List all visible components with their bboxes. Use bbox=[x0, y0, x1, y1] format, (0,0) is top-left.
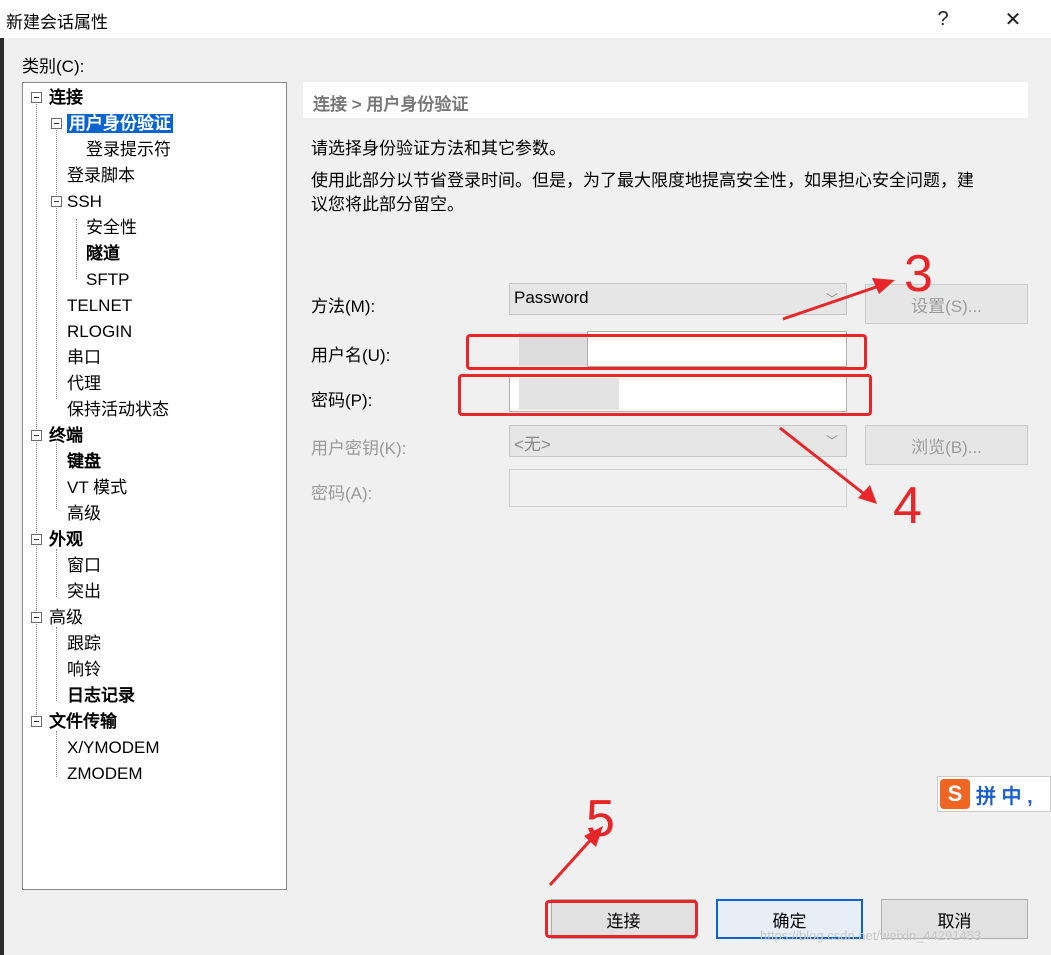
tree-item-security[interactable]: 安全性 bbox=[86, 216, 137, 240]
collapse-icon[interactable] bbox=[31, 612, 42, 623]
method-label: 方法(M): bbox=[311, 297, 376, 316]
annotation-step-3: 3 bbox=[904, 245, 933, 303]
description-line-1: 使用此部分以节省登录时间。但是，为了最大限度地提高安全性，如果担心安全问题，建 bbox=[311, 171, 974, 190]
help-button[interactable]: ? bbox=[918, 0, 968, 38]
category-label: 类别(C): bbox=[22, 57, 85, 76]
tree-item-keepalive[interactable]: 保持活动状态 bbox=[67, 398, 169, 422]
tree-item-login-prompts[interactable]: 登录提示符 bbox=[86, 138, 171, 162]
annotation-box-username bbox=[466, 334, 867, 370]
tree-item-login-script[interactable]: 登录脚本 bbox=[67, 164, 135, 188]
browse-button[interactable]: 浏览(B)... bbox=[865, 425, 1028, 465]
tree-item-file-transfer[interactable]: 文件传输 bbox=[31, 710, 117, 734]
tree-item-logging[interactable]: 日志记录 bbox=[67, 684, 135, 708]
window-title: 新建会话属性 bbox=[6, 13, 108, 32]
sogou-logo-icon: S bbox=[940, 779, 970, 809]
tree-item-user-auth[interactable]: 用户身份验证 bbox=[51, 112, 173, 136]
description-line-2: 议您将此部分留空。 bbox=[311, 195, 464, 214]
breadcrumb: 连接 > 用户身份验证 bbox=[303, 82, 1028, 118]
tree-item-terminal-advanced[interactable]: 高级 bbox=[67, 502, 101, 526]
tree-item-vt-mode[interactable]: VT 模式 bbox=[67, 476, 127, 500]
userkey-select[interactable]: <无> ﹀ bbox=[509, 425, 847, 457]
collapse-icon[interactable] bbox=[31, 92, 42, 103]
annotation-box-connect bbox=[545, 900, 698, 938]
collapse-icon[interactable] bbox=[31, 716, 42, 727]
tree-item-telnet[interactable]: TELNET bbox=[67, 294, 132, 318]
tree-item-trace[interactable]: 跟踪 bbox=[67, 632, 101, 656]
collapse-icon[interactable] bbox=[51, 118, 62, 129]
annotation-step-4: 4 bbox=[893, 477, 922, 535]
collapse-icon[interactable] bbox=[31, 534, 42, 545]
close-button[interactable]: ✕ bbox=[988, 0, 1038, 38]
method-select[interactable]: Password ﹀ bbox=[509, 283, 847, 315]
ime-toolbar[interactable]: S 拼 中 , bbox=[937, 776, 1051, 812]
chevron-down-icon: ﹀ bbox=[825, 292, 838, 306]
settings-button[interactable]: 设置(S)... bbox=[865, 284, 1028, 324]
tree-item-sftp[interactable]: SFTP bbox=[86, 268, 129, 292]
username-label: 用户名(U): bbox=[311, 346, 391, 365]
chevron-down-icon: ﹀ bbox=[825, 434, 838, 448]
title-bar: 新建会话属性 ? ✕ bbox=[0, 0, 1051, 38]
tree-item-terminal[interactable]: 终端 bbox=[31, 424, 83, 448]
breadcrumb-text: 连接 > 用户身份验证 bbox=[313, 95, 469, 114]
tree-item-xymodem[interactable]: X/YMODEM bbox=[67, 736, 160, 760]
tree-item-highlight[interactable]: 突出 bbox=[67, 580, 101, 604]
background-window-edge bbox=[0, 38, 4, 955]
password-label: 密码(P): bbox=[311, 391, 373, 410]
annotation-box-password bbox=[458, 374, 872, 416]
watermark: https://blog.csdn.net/weixin_44291453 bbox=[760, 928, 982, 943]
tree-item-zmodem[interactable]: ZMODEM bbox=[67, 762, 143, 786]
collapse-icon[interactable] bbox=[31, 430, 42, 441]
annotation-step-5: 5 bbox=[586, 790, 615, 848]
tree-item-ssh[interactable]: SSH bbox=[51, 190, 102, 214]
passphrase-label: 密码(A): bbox=[311, 484, 373, 503]
tree-item-tunnel[interactable]: 隧道 bbox=[86, 242, 120, 266]
tree-item-keyboard[interactable]: 键盘 bbox=[67, 450, 101, 474]
tree-item-advanced[interactable]: 高级 bbox=[31, 606, 83, 630]
tree-item-proxy[interactable]: 代理 bbox=[67, 372, 101, 396]
ime-mode-text: 拼 中 , bbox=[976, 785, 1033, 808]
passphrase-input[interactable] bbox=[509, 469, 847, 507]
tree-item-serial[interactable]: 串口 bbox=[67, 346, 101, 370]
intro-text: 请选择身份验证方法和其它参数。 bbox=[311, 139, 566, 158]
tree-item-bell[interactable]: 响铃 bbox=[67, 658, 101, 682]
collapse-icon[interactable] bbox=[51, 196, 62, 207]
tree-item-rlogin[interactable]: RLOGIN bbox=[67, 320, 132, 344]
tree-item-connection[interactable]: 连接 bbox=[31, 86, 83, 110]
userkey-label: 用户密钥(K): bbox=[311, 439, 407, 458]
category-tree[interactable]: 连接 用户身份验证 登录提示符 登录脚本 SSH 安全性 隧道 SFTP TEL… bbox=[22, 82, 287, 890]
tree-item-window[interactable]: 窗口 bbox=[67, 554, 101, 578]
tree-item-appearance[interactable]: 外观 bbox=[31, 528, 83, 552]
